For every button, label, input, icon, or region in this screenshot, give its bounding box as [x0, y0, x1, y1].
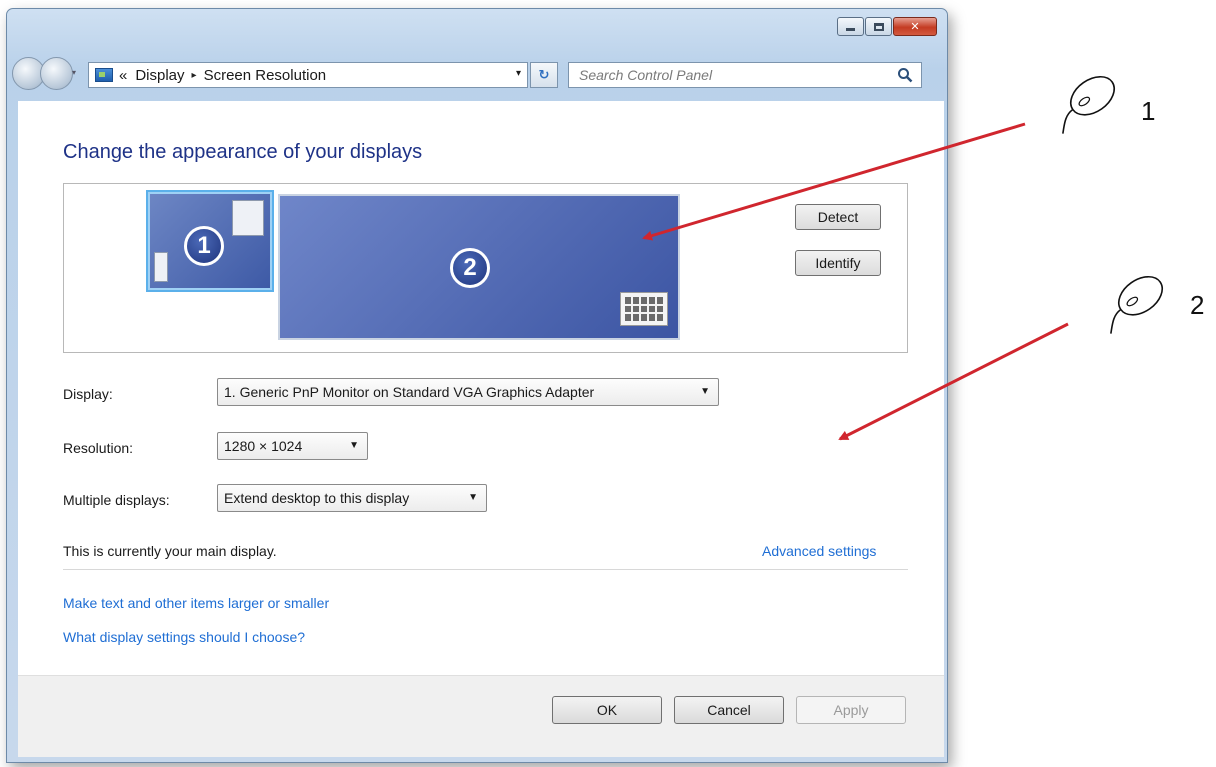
control-panel-icon	[95, 68, 113, 82]
content-panel: Change the appearance of your displays 1…	[18, 101, 944, 757]
multiple-displays-select[interactable]: Extend desktop to this display ▼	[217, 484, 487, 512]
multiple-displays-select-value: Extend desktop to this display	[224, 490, 410, 506]
breadcrumb-separator-icon[interactable]: ▸	[192, 70, 197, 81]
mouse-icon	[1062, 75, 1115, 134]
resolution-label: Resolution:	[63, 440, 134, 456]
ok-button[interactable]: OK	[552, 696, 662, 724]
display-label: Display:	[63, 386, 113, 402]
dialog-footer: OK Cancel Apply	[18, 675, 944, 757]
minimize-button[interactable]	[837, 17, 864, 36]
window-controls: ✕	[837, 17, 937, 36]
minimize-icon	[846, 27, 855, 31]
callout-number-2: 2	[1190, 290, 1205, 320]
close-icon: ✕	[910, 21, 920, 33]
monitor-2[interactable]: 2	[278, 194, 680, 340]
search-input[interactable]: Search Control Panel	[568, 62, 922, 88]
resolution-select-value: 1280 × 1024	[224, 438, 303, 454]
recent-pages-dropdown-icon[interactable]: ▾	[72, 68, 82, 78]
breadcrumb-overflow[interactable]: «	[119, 67, 127, 84]
resolution-select[interactable]: 1280 × 1024 ▼	[217, 432, 368, 460]
maximize-icon	[873, 22, 884, 31]
chevron-down-icon: ▼	[349, 440, 359, 451]
page-title: Change the appearance of your displays	[63, 141, 423, 163]
monitor-1-tower-icon	[154, 252, 168, 282]
mouse-icon	[1110, 275, 1163, 334]
refresh-button[interactable]: ↻	[530, 62, 558, 88]
display-select-value: 1. Generic PnP Monitor on Standard VGA G…	[224, 384, 595, 400]
divider	[63, 569, 908, 570]
detect-button[interactable]: Detect	[795, 204, 881, 230]
advanced-settings-link[interactable]: Advanced settings	[762, 543, 876, 559]
monitor-1-badge: 1	[184, 226, 224, 266]
display-settings-help-link[interactable]: What display settings should I choose?	[63, 629, 305, 645]
main-display-text: This is currently your main display.	[63, 543, 277, 559]
monitor-arrangement: 1 2 Detect Identify	[63, 183, 908, 353]
close-button[interactable]: ✕	[893, 17, 937, 36]
breadcrumb-display[interactable]: Display	[135, 67, 184, 84]
search-icon[interactable]	[897, 67, 913, 83]
cancel-button[interactable]: Cancel	[674, 696, 784, 724]
monitor-1-window-icon	[232, 200, 264, 236]
multiple-displays-label: Multiple displays:	[63, 492, 170, 508]
monitor-2-keypad-icon	[620, 292, 668, 326]
monitor-2-badge: 2	[450, 248, 490, 288]
forward-button[interactable]	[40, 57, 73, 90]
chevron-down-icon: ▼	[468, 492, 478, 503]
address-bar[interactable]: « Display ▸ Screen Resolution ▾	[88, 62, 528, 88]
address-dropdown-icon[interactable]: ▾	[516, 68, 521, 79]
identify-button[interactable]: Identify	[795, 250, 881, 276]
maximize-button[interactable]	[865, 17, 892, 36]
refresh-icon: ↻	[538, 67, 550, 82]
apply-button[interactable]: Apply	[796, 696, 906, 724]
text-size-link[interactable]: Make text and other items larger or smal…	[63, 595, 329, 611]
monitor-1[interactable]: 1	[148, 192, 272, 290]
chevron-down-icon: ▼	[700, 386, 710, 397]
display-select[interactable]: 1. Generic PnP Monitor on Standard VGA G…	[217, 378, 719, 406]
breadcrumb-screen-resolution[interactable]: Screen Resolution	[204, 67, 327, 84]
callout-number-1: 1	[1141, 96, 1156, 126]
search-placeholder: Search Control Panel	[579, 67, 713, 83]
